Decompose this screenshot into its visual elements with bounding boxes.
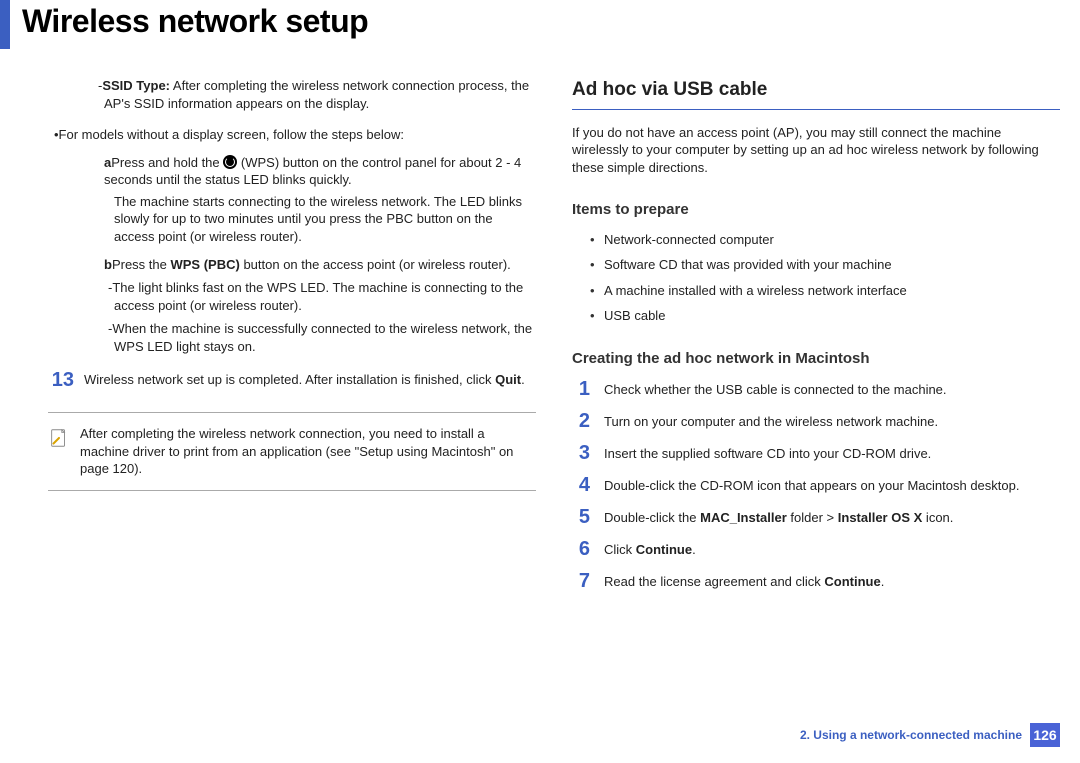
note-box: After completing the wireless network co…	[48, 412, 536, 491]
creating-adhoc-heading: Creating the ad hoc network in Macintosh	[572, 349, 1060, 369]
step-text: Check whether the USB cable is connected…	[604, 379, 1060, 399]
step-text: Click Continue.	[604, 539, 1060, 559]
step-number: 2	[572, 411, 590, 431]
list-item: 1 Check whether the USB cable is connect…	[572, 379, 1060, 399]
items-to-prepare-heading: Items to prepare	[572, 200, 1060, 220]
step-number: 5	[572, 507, 590, 527]
adhoc-intro: If you do not have an access point (AP),…	[572, 124, 1060, 177]
step-13-number: 13	[48, 369, 74, 390]
step-b-dash1: -The light blinks fast on the WPS LED. T…	[114, 279, 536, 314]
step-b-label: b	[104, 257, 112, 272]
step-number: 6	[572, 539, 590, 559]
step-number: 3	[572, 443, 590, 463]
step-13: 13 Wireless network set up is completed.…	[48, 369, 536, 390]
sub-step-a: aPress and hold the (WPS) button on the …	[104, 154, 536, 246]
wps-icon	[223, 155, 237, 169]
content-columns: -SSID Type: After completing the wireles…	[0, 77, 1080, 603]
step-b-after: button on the access point (or wireless …	[240, 257, 511, 272]
step-13-before: Wireless network set up is completed. Af…	[84, 372, 495, 387]
step-text: Double-click the CD-ROM icon that appear…	[604, 475, 1060, 495]
no-display-note: •For models without a display screen, fo…	[54, 126, 536, 144]
prepare-list: Network-connected computer Software CD t…	[590, 231, 1060, 325]
step-13-bold: Quit	[495, 372, 521, 387]
page-footer: 2. Using a network-connected machine 126	[800, 723, 1060, 747]
sub-steps: aPress and hold the (WPS) button on the …	[104, 154, 536, 355]
list-item: 7 Read the license agreement and click C…	[572, 571, 1060, 591]
ssid-type-label: SSID Type:	[102, 78, 170, 93]
page-header: Wireless network setup	[0, 0, 1080, 49]
list-item: USB cable	[590, 307, 1060, 325]
list-item: Network-connected computer	[590, 231, 1060, 249]
list-item: 2 Turn on your computer and the wireless…	[572, 411, 1060, 431]
adhoc-heading: Ad hoc via USB cable	[572, 77, 1060, 110]
step-text: Double-click the MAC_Installer folder > …	[604, 507, 1060, 527]
sub-step-b: bPress the WPS (PBC) button on the acces…	[104, 256, 536, 356]
note-text: After completing the wireless network co…	[80, 425, 532, 478]
list-item: 3 Insert the supplied software CD into y…	[572, 443, 1060, 463]
step-b-bold: WPS (PBC)	[170, 257, 239, 272]
step-number: 7	[572, 571, 590, 591]
left-column: -SSID Type: After completing the wireles…	[48, 77, 536, 603]
step-b-before: Press the	[112, 257, 171, 272]
step-13-after: .	[521, 372, 525, 387]
list-item: A machine installed with a wireless netw…	[590, 282, 1060, 300]
step-number: 1	[572, 379, 590, 399]
list-item: Software CD that was provided with your …	[590, 256, 1060, 274]
adhoc-steps: 1 Check whether the USB cable is connect…	[572, 379, 1060, 591]
step-text: Insert the supplied software CD into you…	[604, 443, 1060, 463]
step-a-body: The machine starts connecting to the wir…	[114, 193, 536, 246]
list-item: 6 Click Continue.	[572, 539, 1060, 559]
step-text: Turn on your computer and the wireless n…	[604, 411, 1060, 431]
note-icon	[48, 427, 70, 449]
step-number: 4	[572, 475, 590, 495]
step-b-dash2: -When the machine is successfully connec…	[114, 320, 536, 355]
page-title: Wireless network setup	[22, 0, 1080, 43]
right-column: Ad hoc via USB cable If you do not have …	[572, 77, 1060, 603]
list-item: 5 Double-click the MAC_Installer folder …	[572, 507, 1060, 527]
page-number: 126	[1030, 723, 1060, 747]
footer-chapter: 2. Using a network-connected machine	[800, 727, 1022, 743]
list-item: 4 Double-click the CD-ROM icon that appe…	[572, 475, 1060, 495]
step-a-before: Press and hold the	[111, 155, 223, 170]
ssid-type-block: -SSID Type: After completing the wireles…	[104, 77, 536, 112]
step-text: Read the license agreement and click Con…	[604, 571, 1060, 591]
